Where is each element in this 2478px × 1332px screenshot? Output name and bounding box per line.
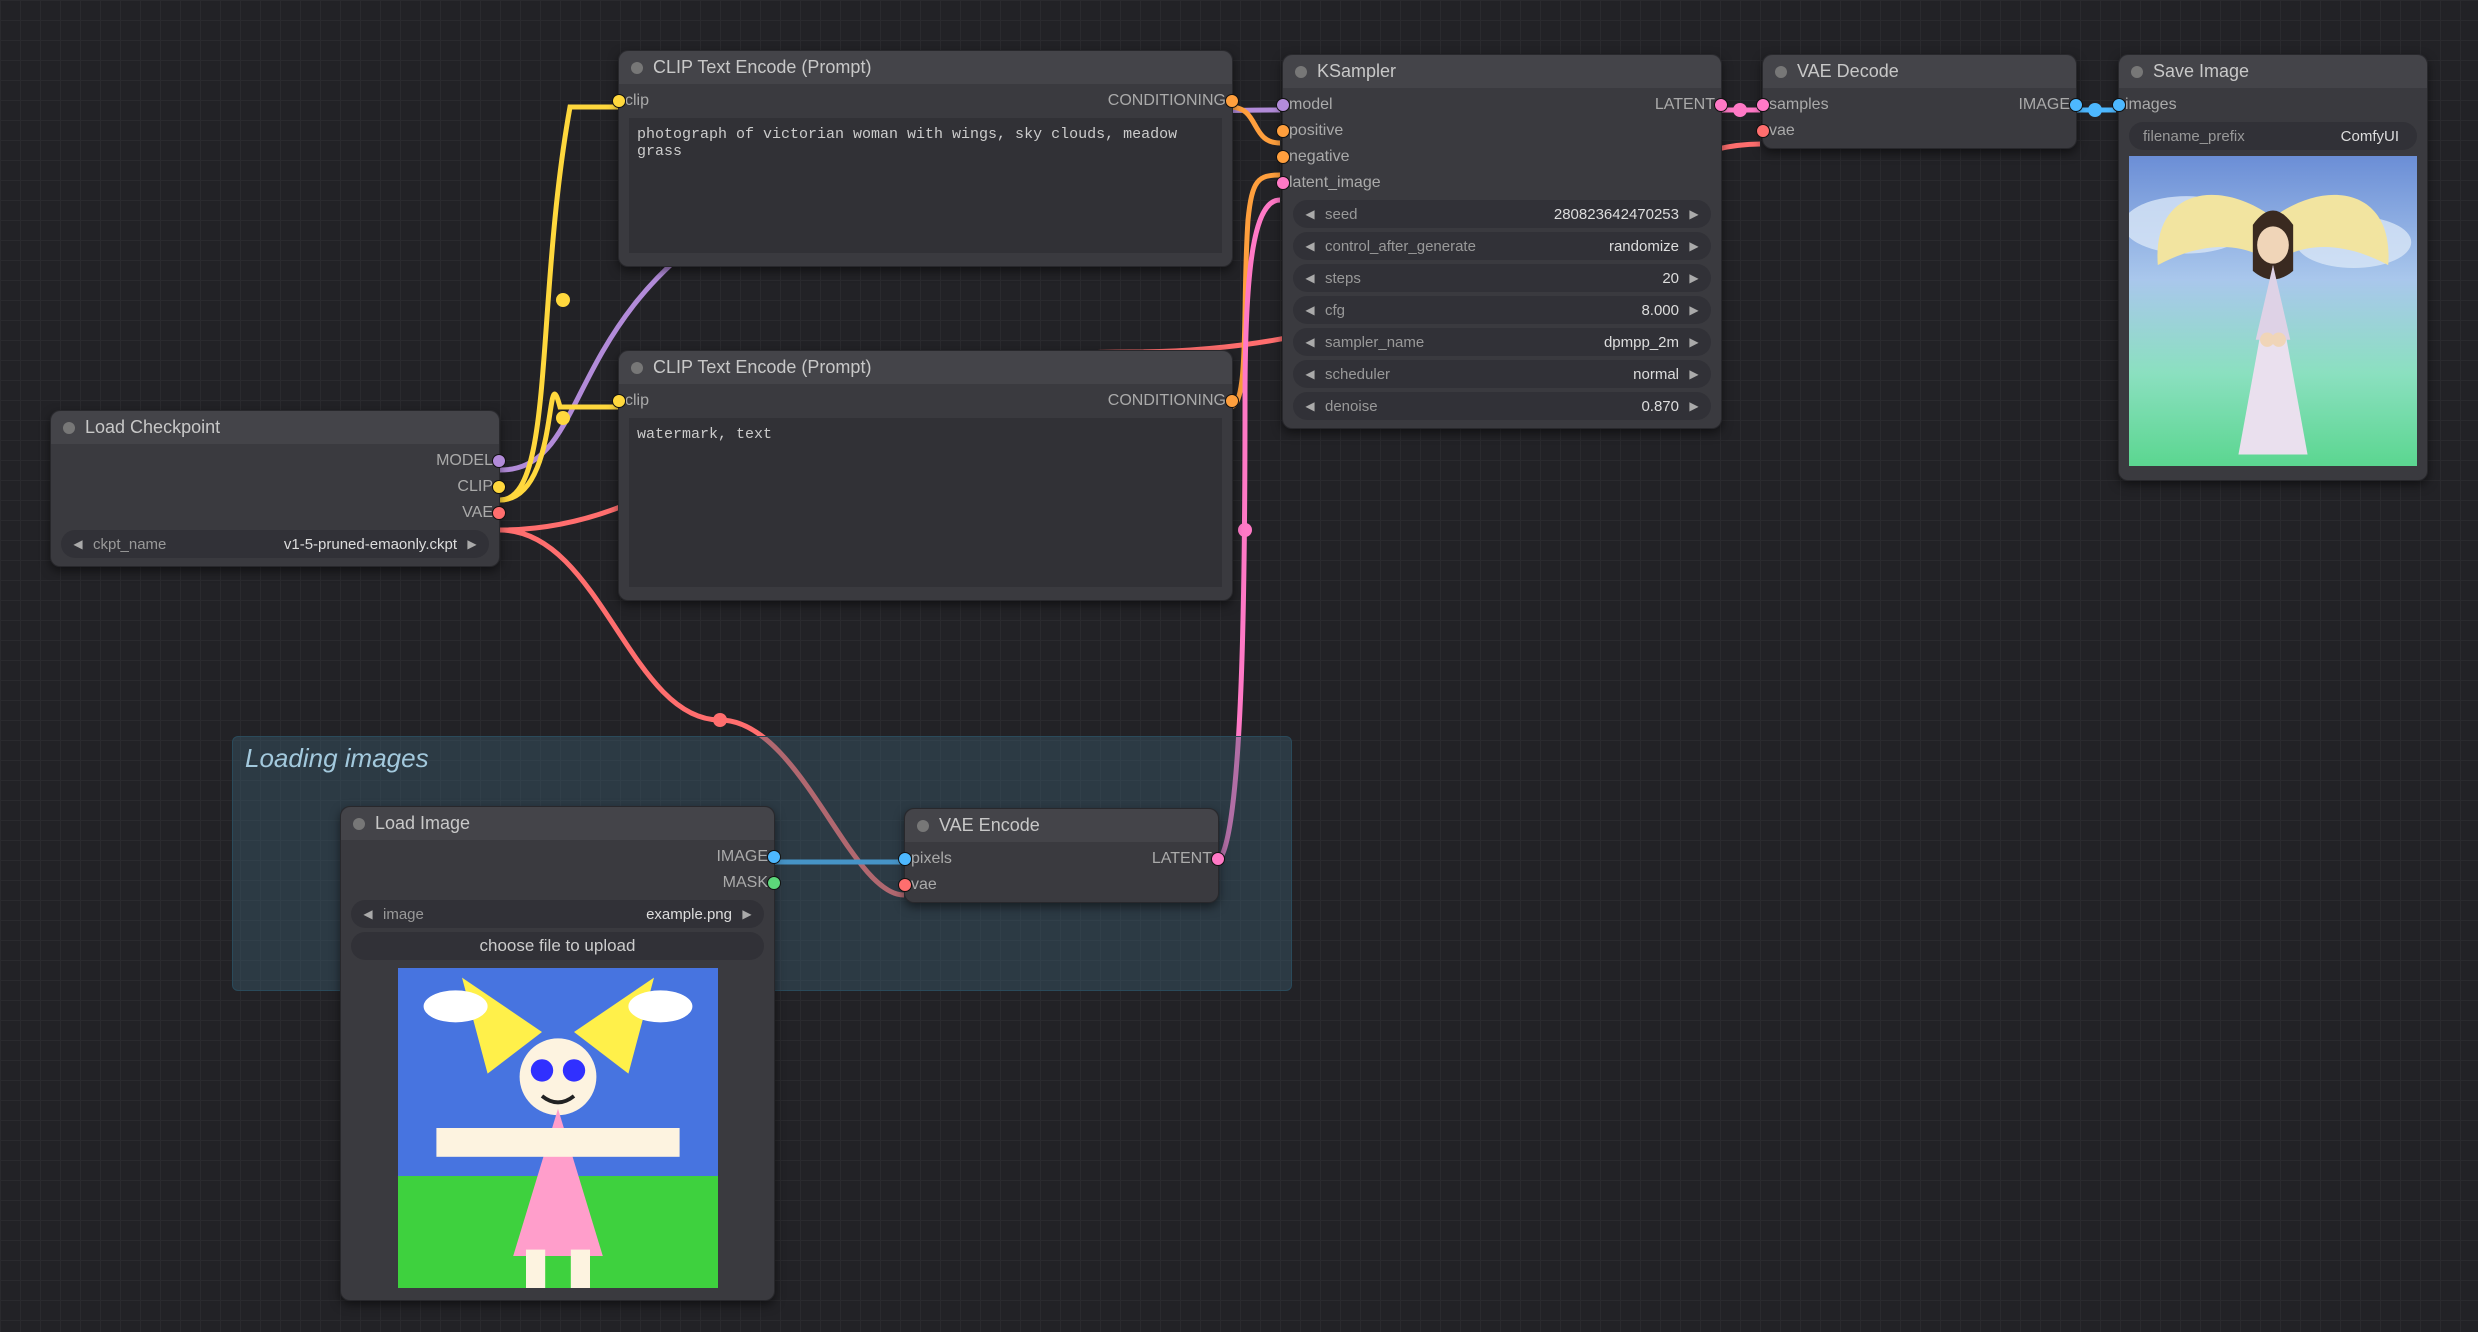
image-preview (398, 968, 718, 1288)
denoise-widget[interactable]: ◀denoise0.870▶ (1293, 392, 1711, 420)
port-conditioning-out[interactable] (1225, 94, 1239, 108)
output-model: MODEL (430, 452, 499, 470)
port-images-in[interactable] (2112, 98, 2126, 112)
node-title: KSampler (1317, 61, 1396, 82)
collapse-icon[interactable] (917, 820, 929, 832)
port-latent-in[interactable] (1276, 176, 1290, 190)
port-pixels-in[interactable] (898, 852, 912, 866)
chevron-right-icon[interactable]: ▶ (465, 537, 479, 551)
chevron-left-icon[interactable]: ◀ (361, 907, 375, 921)
port-latent-out[interactable] (1714, 98, 1728, 112)
port-samples-in[interactable] (1756, 98, 1770, 112)
port-negative-in[interactable] (1276, 150, 1290, 164)
node-load-checkpoint[interactable]: Load Checkpoint MODEL CLIP VAE ◀ ckpt_na… (50, 410, 500, 567)
port-latent-out[interactable] (1211, 852, 1225, 866)
port-image-out[interactable] (767, 850, 781, 864)
port-clip-in[interactable] (612, 94, 626, 108)
collapse-icon[interactable] (631, 62, 643, 74)
chevron-left-icon[interactable]: ◀ (71, 537, 85, 551)
output-image-preview (2129, 156, 2417, 466)
port-image-out[interactable] (2069, 98, 2083, 112)
cfg-widget[interactable]: ◀cfg8.000▶ (1293, 296, 1711, 324)
port-clip[interactable] (492, 480, 506, 494)
port-clip-in[interactable] (612, 394, 626, 408)
node-title: Load Image (375, 813, 470, 834)
port-positive-in[interactable] (1276, 124, 1290, 138)
node-clip-positive[interactable]: CLIP Text Encode (Prompt) clip CONDITION… (618, 50, 1233, 267)
collapse-icon[interactable] (631, 362, 643, 374)
node-clip-negative[interactable]: CLIP Text Encode (Prompt) clip CONDITION… (618, 350, 1233, 601)
node-save-image[interactable]: Save Image images filename_prefix ComfyU… (2118, 54, 2428, 481)
node-ksampler[interactable]: KSampler model LATENT positive negative … (1282, 54, 1722, 429)
scheduler-widget[interactable]: ◀schedulernormal▶ (1293, 360, 1711, 388)
port-vae-in[interactable] (1756, 124, 1770, 138)
node-load-image[interactable]: Load Image IMAGE MASK ◀ image example.pn… (340, 806, 775, 1301)
node-title: CLIP Text Encode (Prompt) (653, 57, 871, 78)
node-title: VAE Decode (1797, 61, 1899, 82)
collapse-icon[interactable] (353, 818, 365, 830)
node-vae-decode[interactable]: VAE Decode samples IMAGE vae (1762, 54, 2077, 149)
port-conditioning-out[interactable] (1225, 394, 1239, 408)
prompt-textarea[interactable] (629, 118, 1222, 253)
node-title: Save Image (2153, 61, 2249, 82)
collapse-icon[interactable] (1775, 66, 1787, 78)
prompt-textarea[interactable] (629, 418, 1222, 587)
control-after-generate-widget[interactable]: ◀control_after_generaterandomize▶ (1293, 232, 1711, 260)
port-vae[interactable] (492, 506, 506, 520)
steps-widget[interactable]: ◀steps20▶ (1293, 264, 1711, 292)
node-title: VAE Encode (939, 815, 1040, 836)
seed-widget[interactable]: ◀seed280823642470253▶ (1293, 200, 1711, 228)
node-title: CLIP Text Encode (Prompt) (653, 357, 871, 378)
choose-file-button[interactable]: choose file to upload (351, 932, 764, 960)
port-mask-out[interactable] (767, 876, 781, 890)
port-vae-in[interactable] (898, 878, 912, 892)
node-title: Load Checkpoint (85, 417, 220, 438)
ckpt-name-widget[interactable]: ◀ ckpt_name v1-5-pruned-emaonly.ckpt ▶ (61, 530, 489, 558)
filename-prefix-widget[interactable]: filename_prefix ComfyUI (2129, 122, 2417, 150)
port-model[interactable] (492, 454, 506, 468)
collapse-icon[interactable] (1295, 66, 1307, 78)
collapse-icon[interactable] (2131, 66, 2143, 78)
collapse-icon[interactable] (63, 422, 75, 434)
node-vae-encode[interactable]: VAE Encode pixels LATENT vae (904, 808, 1219, 903)
image-select-widget[interactable]: ◀ image example.png ▶ (351, 900, 764, 928)
sampler-name-widget[interactable]: ◀sampler_namedpmpp_2m▶ (1293, 328, 1711, 356)
chevron-right-icon[interactable]: ▶ (740, 907, 754, 921)
port-model-in[interactable] (1276, 98, 1290, 112)
